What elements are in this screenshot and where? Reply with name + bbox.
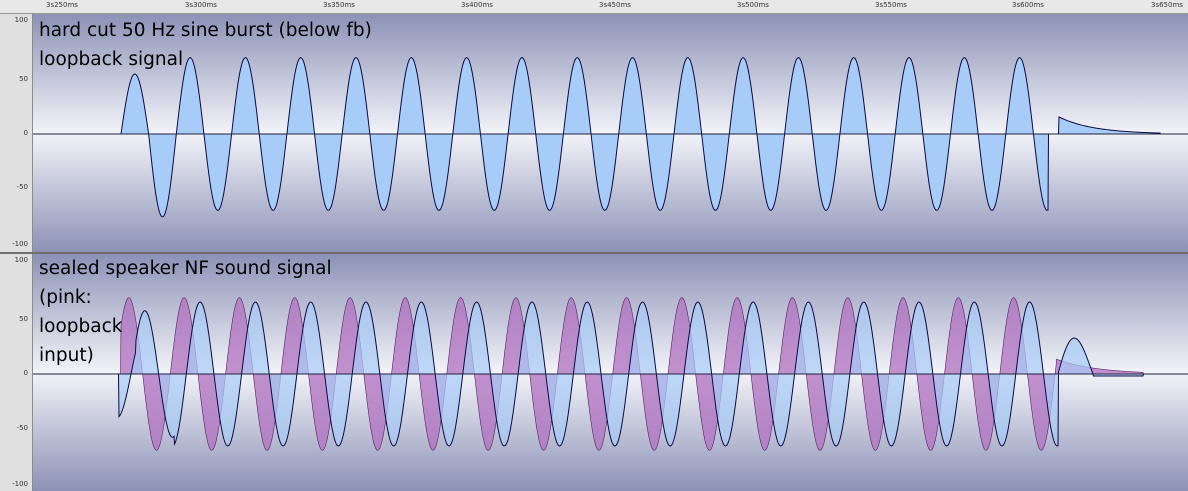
ruler-label: 3s450ms xyxy=(599,1,631,9)
ruler-label: 3s500ms xyxy=(737,1,769,9)
scale-label: 0 xyxy=(23,369,28,377)
ruler-label: 3s550ms xyxy=(875,1,907,9)
track2-label: sealed speaker NF sound signal (pink: lo… xyxy=(39,258,332,366)
scale-label: 50 xyxy=(19,75,28,83)
timeline-ruler[interactable]: 3s250ms 3s300ms 3s350ms 3s400ms 3s450ms … xyxy=(0,0,1188,14)
ruler-label: 3s250ms xyxy=(46,1,78,9)
ruler-label: 3s600ms xyxy=(1012,1,1044,9)
scale-label: -50 xyxy=(16,183,28,191)
scale-label: -100 xyxy=(12,240,28,248)
ruler-label: 3s350ms xyxy=(323,1,355,9)
track1-label: hard cut 50 Hz sine burst (below fb) loo… xyxy=(39,20,372,70)
track1-waveform[interactable]: hard cut 50 Hz sine burst (below fb) loo… xyxy=(33,14,1188,252)
track2-amplitude-scale: 100 50 0 -50 -100 xyxy=(0,254,33,491)
scale-label: -100 xyxy=(12,480,28,488)
ruler-label: 3s400ms xyxy=(461,1,493,9)
scale-label: 100 xyxy=(14,16,28,24)
scale-label: 100 xyxy=(14,256,28,264)
scale-label: 0 xyxy=(23,129,28,137)
ruler-label: 3s300ms xyxy=(185,1,217,9)
ruler-label: 3s650ms xyxy=(1151,1,1183,9)
track2-waveform[interactable]: sealed speaker NF sound signal (pink: lo… xyxy=(33,254,1188,491)
scale-label: -50 xyxy=(16,424,28,432)
scale-label: 50 xyxy=(19,315,28,323)
track1-amplitude-scale: 100 50 0 -50 -100 xyxy=(0,14,33,252)
